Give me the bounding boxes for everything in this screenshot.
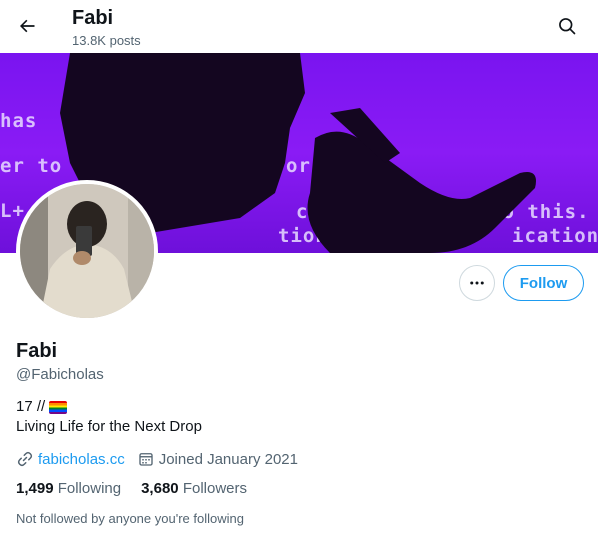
bio-text: 17 // [16, 398, 46, 415]
posts-count: 13.8K posts [72, 33, 141, 48]
bio-line: 17 // [16, 398, 68, 416]
website-item[interactable]: fabicholas.cc [16, 450, 125, 468]
followers-link[interactable]: 3,680 Followers [141, 480, 247, 498]
bio-line: Living Life for the Next Drop [16, 418, 202, 435]
link-icon [17, 451, 33, 467]
joined-date: Joined January 2021 [158, 450, 298, 468]
followers-count: 3,680 [141, 480, 183, 497]
top-bar: Fabi 13.8K posts [0, 0, 598, 53]
avatar[interactable] [16, 180, 158, 322]
avatar-photo [20, 184, 154, 318]
following-label: Following [57, 480, 122, 497]
followers-label: Followers [182, 480, 247, 497]
page-title: Fabi [72, 7, 114, 29]
follow-stats: 1,499 Following 3,680 Followers [16, 480, 267, 498]
not-followed-note: Not followed by anyone you're following [16, 511, 244, 526]
arrow-left-icon [20, 19, 35, 33]
more-options-button[interactable] [459, 265, 495, 301]
following-link[interactable]: 1,499 Following [16, 480, 121, 498]
following-count: 1,499 [16, 480, 58, 497]
profile-name: Fabi [16, 340, 58, 362]
rainbow-flag-icon [49, 400, 68, 414]
search-icon [559, 18, 576, 35]
website-link[interactable]: fabicholas.cc [38, 451, 125, 468]
search-button[interactable] [550, 9, 584, 43]
calendar-icon [139, 453, 153, 466]
profile-meta: fabicholas.cc Joined January 2021 [16, 449, 310, 469]
back-button[interactable] [10, 9, 44, 43]
joined-item: Joined January 2021 [137, 450, 298, 468]
follow-button[interactable]: Follow [503, 265, 584, 301]
more-dots-icon [470, 281, 484, 285]
profile-handle: @Fabicholas [16, 366, 104, 383]
